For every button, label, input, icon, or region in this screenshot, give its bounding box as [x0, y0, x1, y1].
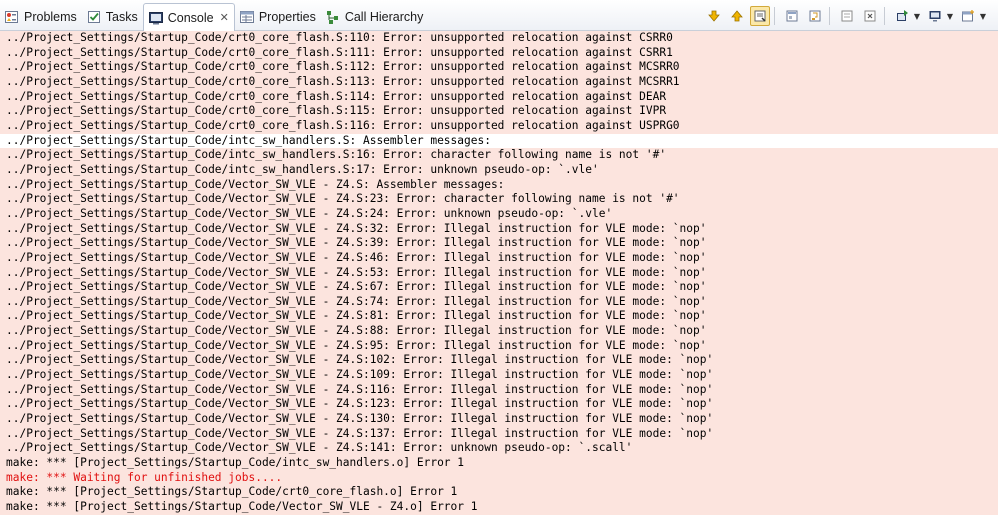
tab-label: Call Hierarchy [344, 9, 424, 24]
scroll-lock-icon[interactable] [750, 6, 770, 26]
clear-console-icon[interactable] [837, 6, 857, 26]
tab-label: Console [167, 10, 214, 25]
console-line: make: *** Waiting for unfinished jobs...… [0, 470, 998, 486]
console-output[interactable]: ../Project_Settings/Startup_Code/crt0_co… [0, 31, 998, 522]
tasks-icon [86, 9, 102, 25]
console-line: ../Project_Settings/Startup_Code/crt0_co… [0, 74, 998, 90]
console-toolbar: ▼ ▼ ▼ [701, 5, 988, 27]
console-line: ../Project_Settings/Startup_Code/intc_sw… [0, 162, 998, 178]
display-console-icon[interactable] [925, 6, 945, 26]
console-line: ../Project_Settings/Startup_Code/Vector_… [0, 177, 998, 193]
tab-tasks[interactable]: Tasks [82, 3, 143, 30]
tab-properties[interactable]: Properties [235, 3, 321, 30]
console-line: ../Project_Settings/Startup_Code/crt0_co… [0, 89, 998, 105]
open-console-icon[interactable] [892, 6, 912, 26]
chevron-down-icon[interactable]: ▼ [945, 6, 955, 26]
console-line: ../Project_Settings/Startup_Code/crt0_co… [0, 45, 998, 61]
console-line: ../Project_Settings/Startup_Code/Vector_… [0, 309, 998, 325]
tab-label: Problems [24, 9, 77, 24]
console-line: ../Project_Settings/Startup_Code/crt0_co… [0, 104, 998, 119]
tab-problems[interactable]: Problems [0, 3, 82, 30]
toolbar-separator [774, 7, 775, 25]
console-line: ../Project_Settings/Startup_Code/Vector_… [0, 382, 998, 398]
call-hierarchy-icon [325, 9, 341, 25]
close-icon[interactable]: ✕ [220, 11, 229, 24]
console-line: ../Project_Settings/Startup_Code/Vector_… [0, 192, 998, 207]
console-line: ../Project_Settings/Startup_Code/Vector_… [0, 338, 998, 354]
console-line: ../Project_Settings/Startup_Code/Vector_… [0, 441, 998, 457]
console-line: make: *** [Project_Settings/Startup_Code… [0, 456, 998, 471]
view-tabs: Problems Tasks Console ✕ Properties Call… [0, 3, 429, 31]
console-line: ../Project_Settings/Startup_Code/Vector_… [0, 397, 998, 413]
terminate-icon[interactable] [860, 6, 880, 26]
pin-console-icon[interactable] [782, 6, 802, 26]
properties-icon [239, 9, 255, 25]
console-view: Problems Tasks Console ✕ Properties Call… [0, 0, 998, 522]
word-wrap-icon[interactable] [805, 6, 825, 26]
console-line: ../Project_Settings/Startup_Code/crt0_co… [0, 118, 998, 134]
console-line: ../Project_Settings/Startup_Code/Vector_… [0, 280, 998, 295]
console-line: ../Project_Settings/Startup_Code/Vector_… [0, 368, 998, 383]
tab-console[interactable]: Console ✕ [142, 3, 235, 31]
console-line: ../Project_Settings/Startup_Code/Vector_… [0, 250, 998, 266]
scroll-down-icon[interactable] [704, 6, 724, 26]
tab-label: Properties [258, 9, 316, 24]
console-line: ../Project_Settings/Startup_Code/Vector_… [0, 221, 998, 237]
toolbar-separator [884, 7, 885, 25]
toolbar-separator [829, 7, 830, 25]
chevron-down-icon[interactable]: ▼ [912, 6, 922, 26]
console-line: ../Project_Settings/Startup_Code/intc_sw… [0, 148, 998, 163]
console-line: ../Project_Settings/Startup_Code/Vector_… [0, 412, 998, 427]
console-line: make: *** [Project_Settings/Startup_Code… [0, 485, 998, 500]
console-line: ../Project_Settings/Startup_Code/intc_sw… [6, 133, 491, 147]
console-line: ../Project_Settings/Startup_Code/crt0_co… [0, 60, 998, 75]
console-line: ../Project_Settings/Startup_Code/Vector_… [0, 294, 998, 310]
console-line: ../Project_Settings/Startup_Code/crt0_co… [0, 31, 998, 46]
console-line: ../Project_Settings/Startup_Code/Vector_… [0, 265, 998, 281]
view-tab-bar: Problems Tasks Console ✕ Properties Call… [0, 0, 998, 31]
tab-call-hierarchy[interactable]: Call Hierarchy [321, 3, 429, 30]
console-line: ../Project_Settings/Startup_Code/Vector_… [0, 206, 998, 222]
chevron-down-icon[interactable]: ▼ [978, 6, 988, 26]
new-console-icon[interactable] [958, 6, 978, 26]
console-line: ../Project_Settings/Startup_Code/Vector_… [0, 324, 998, 339]
tab-label: Tasks [105, 9, 138, 24]
console-line: ../Project_Settings/Startup_Code/Vector_… [0, 426, 998, 442]
console-line: ../Project_Settings/Startup_Code/Vector_… [0, 353, 998, 369]
console-icon [148, 10, 164, 26]
scroll-up-icon[interactable] [727, 6, 747, 26]
console-line: make: *** [Project_Settings/Startup_Code… [0, 500, 998, 515]
console-line: ../Project_Settings/Startup_Code/Vector_… [0, 236, 998, 251]
problems-icon [4, 9, 20, 25]
